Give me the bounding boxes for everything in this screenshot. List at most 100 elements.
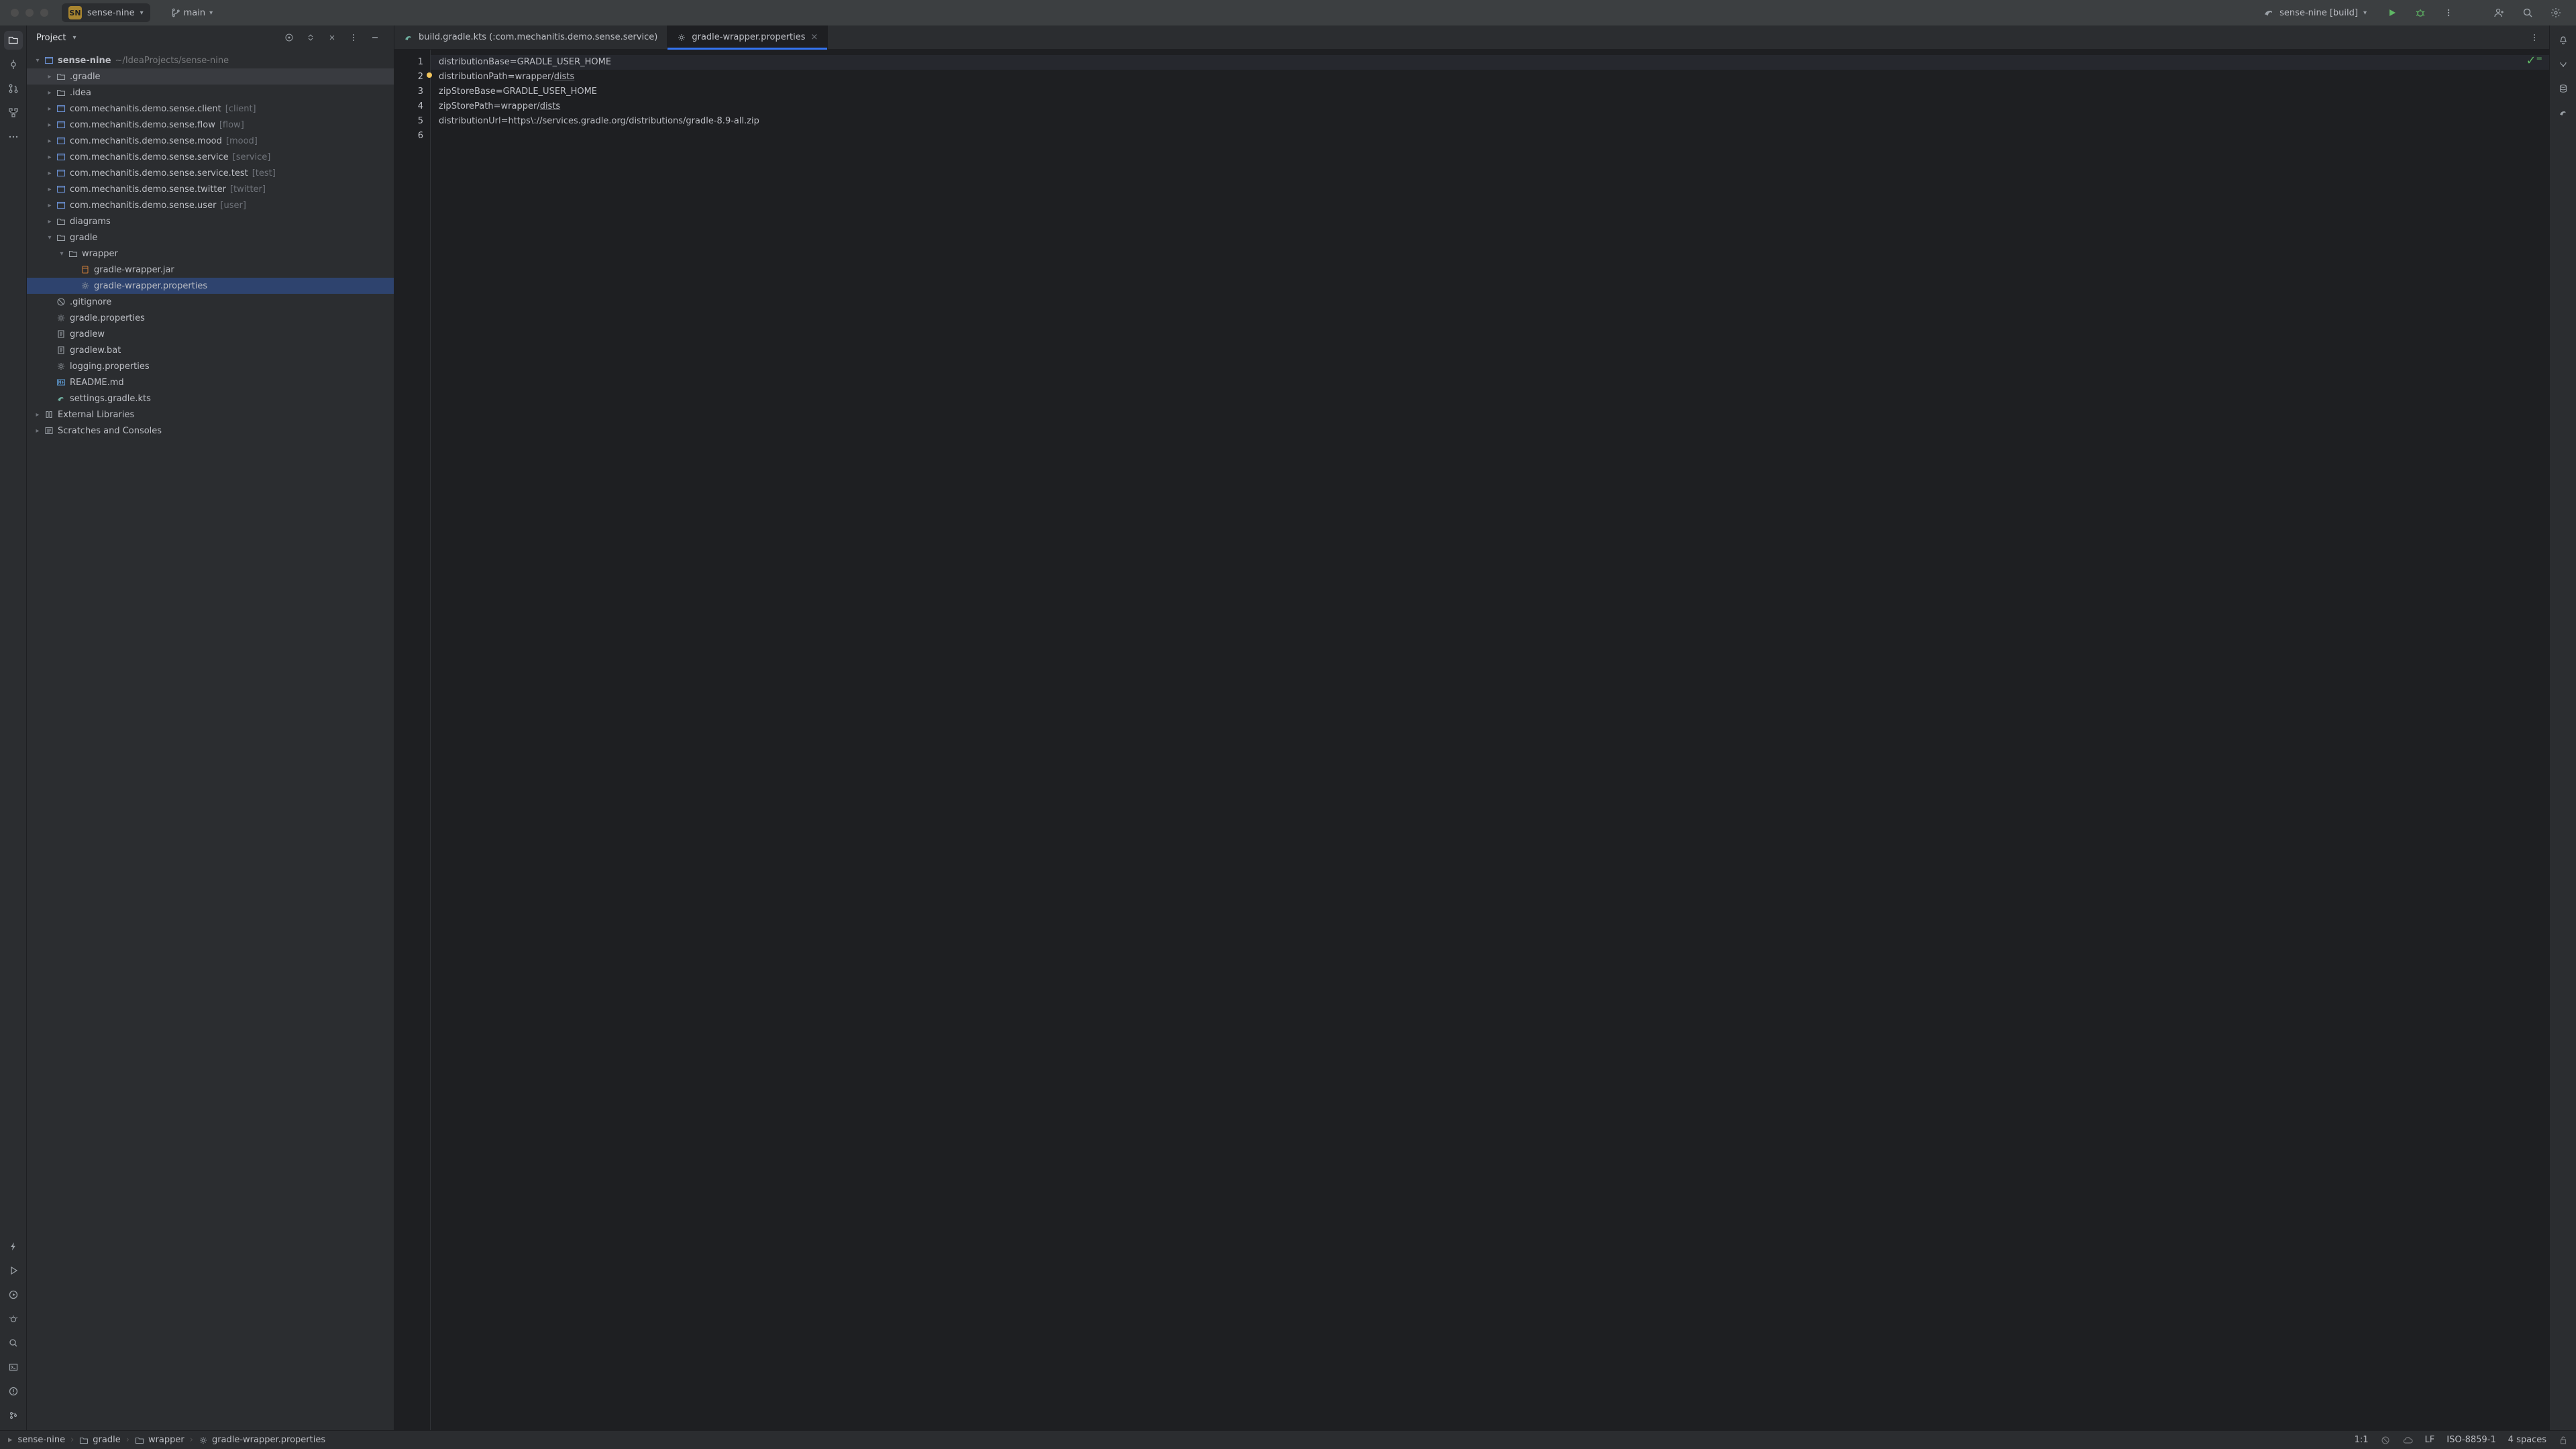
caret-position[interactable]: 1:1 (2355, 1435, 2369, 1445)
tree-item-settings-gradle-kts[interactable]: settings.gradle.kts (27, 390, 394, 407)
database-tool-button[interactable] (2554, 79, 2573, 98)
chevron-right-icon[interactable]: ▸ (32, 411, 43, 419)
tree-scratches[interactable]: ▸Scratches and Consoles (27, 423, 394, 439)
chevron-right-icon[interactable]: ▸ (44, 138, 55, 145)
tree-item-com-mechanitis-demo-sense-service[interactable]: ▸com.mechanitis.demo.sense.service[servi… (27, 149, 394, 165)
code-line-4[interactable]: zipStorePath=wrapper/dists (431, 99, 2549, 114)
chevron-right-icon[interactable]: ▸ (32, 427, 43, 435)
chevron-right-icon[interactable]: ▸ (44, 89, 55, 97)
tree-item-gradlew-bat[interactable]: gradlew.bat (27, 342, 394, 358)
tab-options-button[interactable] (2525, 28, 2544, 47)
find-tool-button[interactable] (4, 1334, 23, 1352)
terminal-tool-button[interactable] (4, 1358, 23, 1377)
tree-item-diagrams[interactable]: ▸diagrams (27, 213, 394, 229)
minimize-window-icon[interactable] (25, 9, 34, 17)
editor-tab[interactable]: build.gradle.kts (:com.mechanitis.demo.s… (394, 25, 667, 49)
project-selector[interactable]: SN sense-nine ▾ (62, 3, 150, 22)
breadcrumbs[interactable]: sense-nine›gradle›wrapper›gradle-wrapper… (18, 1435, 326, 1445)
close-tab-icon[interactable]: × (811, 32, 818, 42)
hide-panel-button[interactable] (366, 28, 384, 47)
pull-requests-tool-button[interactable] (4, 79, 23, 98)
editor-tab[interactable]: gradle-wrapper.properties× (667, 25, 828, 49)
readonly-toggle-icon[interactable] (2381, 1436, 2390, 1445)
panel-options-button[interactable] (344, 28, 363, 47)
chevron-right-icon[interactable]: ▸ (44, 202, 55, 209)
expand-all-button[interactable] (301, 28, 320, 47)
readonly-lock-icon[interactable] (2559, 1436, 2568, 1445)
tree-item-com-mechanitis-demo-sense-flow[interactable]: ▸com.mechanitis.demo.sense.flow[flow] (27, 117, 394, 133)
tree-item-readme-md[interactable]: README.md (27, 374, 394, 390)
cloud-status-icon[interactable] (2402, 1436, 2413, 1444)
chevron-down-icon[interactable]: ▾ (72, 34, 76, 42)
code-line-3[interactable]: zipStoreBase=GRADLE_USER_HOME (431, 85, 2549, 99)
nav-bar-icon[interactable]: ▸ (8, 1435, 13, 1445)
settings-button[interactable] (2546, 3, 2565, 22)
run-configuration-selector[interactable]: sense-nine [build] ▾ (2257, 5, 2373, 21)
tree-item-com-mechanitis-demo-sense-client[interactable]: ▸com.mechanitis.demo.sense.client[client… (27, 101, 394, 117)
select-opened-file-button[interactable] (280, 28, 299, 47)
code-line-6[interactable] (431, 129, 2549, 144)
window-controls[interactable] (11, 9, 48, 17)
close-window-icon[interactable] (11, 9, 19, 17)
problems-tool-button[interactable] (4, 1382, 23, 1401)
project-tool-button[interactable] (4, 31, 23, 50)
services-tool-button[interactable] (4, 1285, 23, 1304)
commit-tool-button[interactable] (4, 55, 23, 74)
chevron-right-icon[interactable]: ▸ (44, 218, 55, 225)
chevron-right-icon[interactable]: ▸ (44, 170, 55, 177)
tree-item-gradle-properties[interactable]: gradle.properties (27, 310, 394, 326)
code-editor[interactable]: 123456 distributionBase=GRADLE_USER_HOME… (394, 50, 2549, 1430)
chevron-down-icon[interactable]: ▾ (44, 234, 55, 241)
code-with-me-button[interactable] (2490, 3, 2509, 22)
code-line-5[interactable]: distributionUrl=https\://services.gradle… (431, 114, 2549, 129)
tree-item-wrapper[interactable]: ▾wrapper (27, 246, 394, 262)
tree-item-com-mechanitis-demo-sense-user[interactable]: ▸com.mechanitis.demo.sense.user[user] (27, 197, 394, 213)
warning-marker-icon[interactable] (427, 72, 432, 78)
tree-item-gradle-wrapper-jar[interactable]: gradle-wrapper.jar (27, 262, 394, 278)
tree-item-com-mechanitis-demo-sense-service-test[interactable]: ▸com.mechanitis.demo.sense.service.test[… (27, 165, 394, 181)
build-tool-button[interactable] (4, 1237, 23, 1256)
chevron-right-icon[interactable]: ▸ (44, 73, 55, 80)
gradle-tool-button[interactable] (2554, 103, 2573, 122)
tree-item-com-mechanitis-demo-sense-twitter[interactable]: ▸com.mechanitis.demo.sense.twitter[twitt… (27, 181, 394, 197)
run-tool-button[interactable] (4, 1261, 23, 1280)
more-actions-button[interactable] (2439, 3, 2458, 22)
tree-item--gradle[interactable]: ▸.gradle (27, 68, 394, 85)
tree-item-gradlew[interactable]: gradlew (27, 326, 394, 342)
breadcrumb-item[interactable]: sense-nine (18, 1435, 66, 1445)
chevron-right-icon[interactable]: ▸ (44, 154, 55, 161)
tree-item-com-mechanitis-demo-sense-mood[interactable]: ▸com.mechanitis.demo.sense.mood[mood] (27, 133, 394, 149)
inspection-ok-icon[interactable]: ✓⁼ (2526, 54, 2542, 68)
tree-item-logging-properties[interactable]: logging.properties (27, 358, 394, 374)
fullscreen-window-icon[interactable] (40, 9, 48, 17)
tree-item--gitignore[interactable]: .gitignore (27, 294, 394, 310)
indent-settings[interactable]: 4 spaces (2508, 1435, 2546, 1445)
chevron-right-icon[interactable]: ▸ (44, 186, 55, 193)
chevron-down-icon[interactable]: ▾ (32, 57, 43, 64)
chevron-right-icon[interactable]: ▸ (44, 121, 55, 129)
chevron-down-icon[interactable]: ▾ (56, 250, 67, 258)
tree-item-gradle[interactable]: ▾gradle (27, 229, 394, 246)
chevron-right-icon[interactable]: ▸ (44, 105, 55, 113)
debug-button[interactable] (2411, 3, 2430, 22)
line-separator[interactable]: LF (2425, 1435, 2435, 1445)
breadcrumb-item[interactable]: gradle-wrapper.properties (199, 1435, 325, 1445)
vcs-tool-button[interactable] (4, 1406, 23, 1425)
breadcrumb-item[interactable]: gradle (79, 1435, 120, 1445)
tree-root[interactable]: ▾sense-nine~/IdeaProjects/sense-nine (27, 52, 394, 68)
breadcrumb-item[interactable]: wrapper (135, 1435, 184, 1445)
tree-item--idea[interactable]: ▸.idea (27, 85, 394, 101)
code-line-1[interactable]: distributionBase=GRADLE_USER_HOME (431, 55, 2549, 70)
debug-tool-button[interactable] (4, 1309, 23, 1328)
tree-external-libraries[interactable]: ▸External Libraries (27, 407, 394, 423)
vcs-branch-selector[interactable]: main ▾ (164, 5, 220, 21)
run-button[interactable] (2383, 3, 2402, 22)
editor-content[interactable]: distributionBase=GRADLE_USER_HOMEdistrib… (431, 50, 2549, 1430)
ai-assistant-tool-button[interactable] (2554, 55, 2573, 74)
collapse-all-button[interactable] (323, 28, 341, 47)
project-tree[interactable]: ▾sense-nine~/IdeaProjects/sense-nine▸.gr… (27, 50, 394, 1430)
tree-item-gradle-wrapper-properties[interactable]: gradle-wrapper.properties (27, 278, 394, 294)
more-tools-button[interactable] (4, 127, 23, 146)
search-everywhere-button[interactable] (2518, 3, 2537, 22)
file-encoding[interactable]: ISO-8859-1 (2447, 1435, 2496, 1445)
